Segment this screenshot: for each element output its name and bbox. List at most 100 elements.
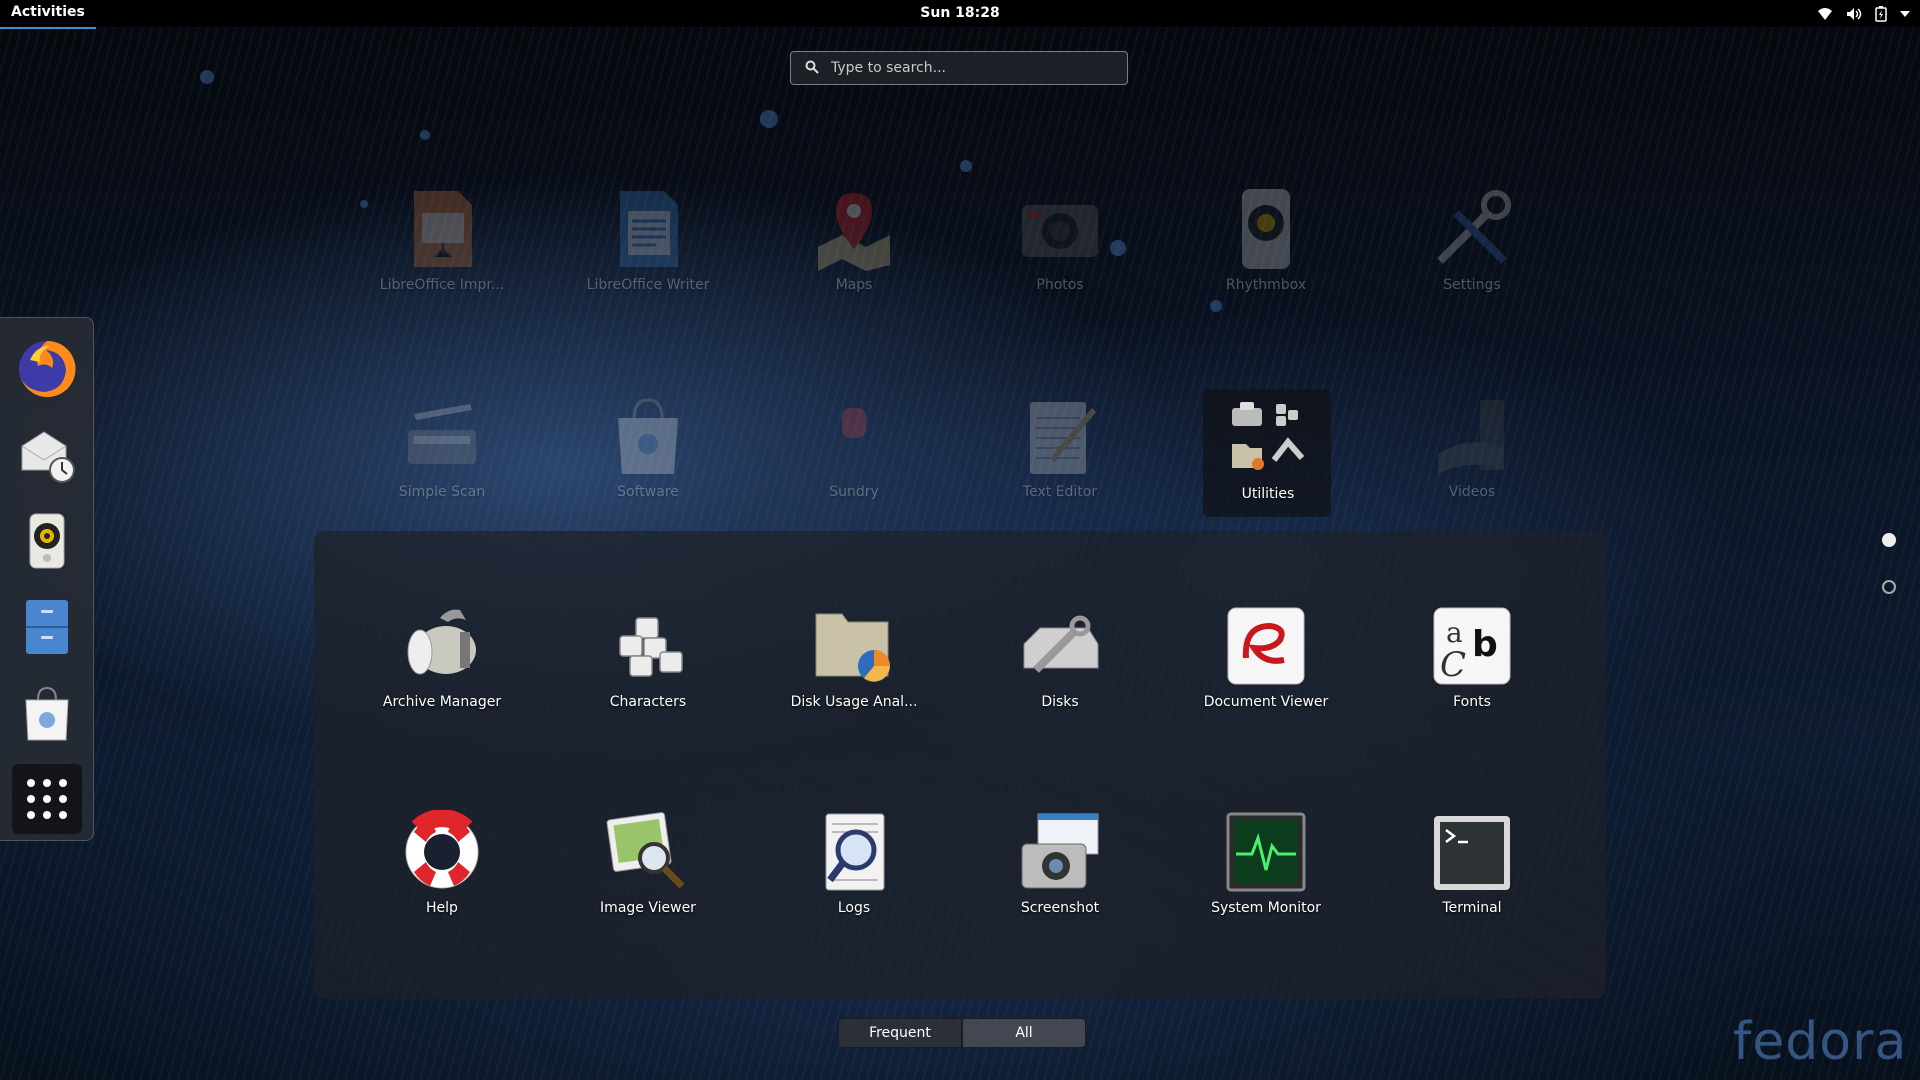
app-sundry[interactable]: Sundry [769, 394, 939, 500]
search-icon [805, 59, 819, 78]
search-input[interactable] [829, 59, 1093, 77]
scanner-icon [408, 404, 476, 464]
fedora-watermark: fedora [1733, 1012, 1908, 1072]
app-label: Characters [609, 694, 687, 710]
view-switcher: Frequent All [838, 1018, 1086, 1048]
app-label: Software [617, 484, 679, 500]
app-document-viewer[interactable]: Document Viewer [1181, 604, 1351, 710]
document-viewer-icon [1227, 607, 1305, 685]
firefox-icon [19, 340, 76, 397]
app-image-viewer[interactable]: Image Viewer [563, 810, 733, 916]
folder-pie-chart-icon [815, 613, 890, 682]
app-label: Settings [1443, 277, 1501, 293]
app-terminal[interactable]: Terminal [1387, 810, 1557, 916]
app-label: Videos [1448, 484, 1496, 500]
show-applications-button[interactable] [12, 764, 82, 834]
app-label: Image Viewer [600, 900, 696, 916]
camera-icon [1022, 205, 1098, 257]
app-label: Screenshot [1020, 900, 1100, 916]
page-indicator-1[interactable] [1882, 533, 1896, 547]
app-label: Document Viewer [1203, 694, 1329, 710]
app-label: Terminal [1442, 900, 1502, 916]
app-label: Text Editor [1022, 484, 1098, 500]
app-libreoffice-impress[interactable]: LibreOffice Impr... [357, 187, 527, 293]
app-label: Disk Usage Anal... [790, 694, 918, 710]
shopping-bag-icon [25, 686, 69, 741]
menu-arrow-icon[interactable] [1900, 10, 1910, 18]
lifebuoy-icon [405, 809, 479, 889]
app-label: Archive Manager [382, 694, 502, 710]
app-simple-scan[interactable]: Simple Scan [357, 394, 527, 500]
app-label: LibreOffice Impr... [379, 277, 505, 293]
all-button[interactable]: All [962, 1018, 1086, 1048]
disk-wrench-icon [1023, 615, 1099, 673]
app-label: Logs [837, 900, 871, 916]
app-label: Disks [1041, 694, 1079, 710]
app-grid-icon [27, 779, 67, 819]
search-box[interactable] [790, 51, 1128, 85]
app-label: Photos [1036, 277, 1084, 293]
volume-icon[interactable] [1846, 7, 1862, 21]
app-label: Maps [835, 277, 873, 293]
app-label: Simple Scan [398, 484, 486, 500]
app-maps[interactable]: Maps [769, 187, 939, 293]
mail-clock-icon [21, 431, 75, 483]
dash-item-evolution[interactable] [12, 420, 82, 490]
battery-icon[interactable] [1875, 5, 1887, 22]
top-bar: Activities Sun 18:28 [0, 0, 1920, 29]
app-screenshot[interactable]: Screenshot [975, 810, 1145, 916]
image-magnifier-icon [606, 812, 685, 889]
system-tray[interactable] [1817, 0, 1910, 27]
page-indicator-2[interactable] [1882, 580, 1896, 594]
app-videos[interactable]: Videos [1387, 394, 1557, 500]
presentation-icon [414, 191, 472, 267]
wifi-icon[interactable] [1817, 7, 1833, 21]
svg-text:b: b [1472, 624, 1498, 665]
camera-screenshot-icon [1021, 813, 1099, 889]
notepad-pencil-icon [1030, 402, 1097, 474]
dash [0, 317, 94, 841]
utilities-folder-icon [1232, 402, 1305, 470]
app-text-editor[interactable]: Text Editor [975, 394, 1145, 500]
app-help[interactable]: Help [357, 809, 527, 916]
app-libreoffice-writer[interactable]: LibreOffice Writer [563, 187, 733, 293]
frequent-button[interactable]: Frequent [838, 1018, 962, 1048]
app-label: Sundry [829, 484, 879, 500]
app-label: Utilities [1241, 486, 1295, 502]
dash-item-rhythmbox[interactable] [12, 506, 82, 576]
app-software[interactable]: Software [563, 394, 733, 500]
folder-popup-utilities [314, 531, 1606, 999]
app-fonts[interactable]: a b C Fonts [1387, 604, 1557, 710]
app-logs[interactable]: Logs [769, 810, 939, 916]
dash-item-firefox[interactable] [12, 334, 82, 404]
archive-roller-icon [407, 609, 476, 675]
app-system-monitor[interactable]: System Monitor [1181, 810, 1351, 916]
app-label: Fonts [1453, 694, 1491, 710]
app-disk-usage-analyzer[interactable]: Disk Usage Anal... [769, 604, 939, 710]
app-label: System Monitor [1211, 900, 1321, 916]
app-label: Rhythmbox [1225, 277, 1307, 293]
app-settings[interactable]: Settings [1387, 187, 1557, 293]
app-photos[interactable]: Photos [975, 187, 1145, 293]
shopping-bag-icon [618, 398, 678, 474]
heartbeat-monitor-icon [1226, 812, 1306, 892]
svg-text:C: C [1440, 645, 1466, 685]
app-label: LibreOffice Writer [586, 277, 710, 293]
keyboard-keys-icon [619, 617, 683, 677]
app-archive-manager[interactable]: Archive Manager [357, 604, 527, 710]
file-cabinet-icon [26, 600, 68, 654]
folder-utilities[interactable]: Utilities [1183, 396, 1353, 502]
document-icon [620, 191, 678, 267]
app-disks[interactable]: Disks [975, 604, 1145, 710]
dash-item-software[interactable] [12, 678, 82, 748]
film-icon [1438, 400, 1504, 474]
speaker-icon [29, 513, 65, 569]
dash-item-files[interactable] [12, 592, 82, 662]
clock[interactable]: Sun 18:28 [0, 0, 1920, 26]
log-magnifier-icon [825, 813, 885, 891]
folder-icon [842, 408, 866, 438]
app-rhythmbox[interactable]: Rhythmbox [1181, 187, 1351, 293]
fonts-icon: a b C [1433, 607, 1511, 685]
speaker-icon [1242, 189, 1290, 269]
app-characters[interactable]: Characters [563, 604, 733, 710]
